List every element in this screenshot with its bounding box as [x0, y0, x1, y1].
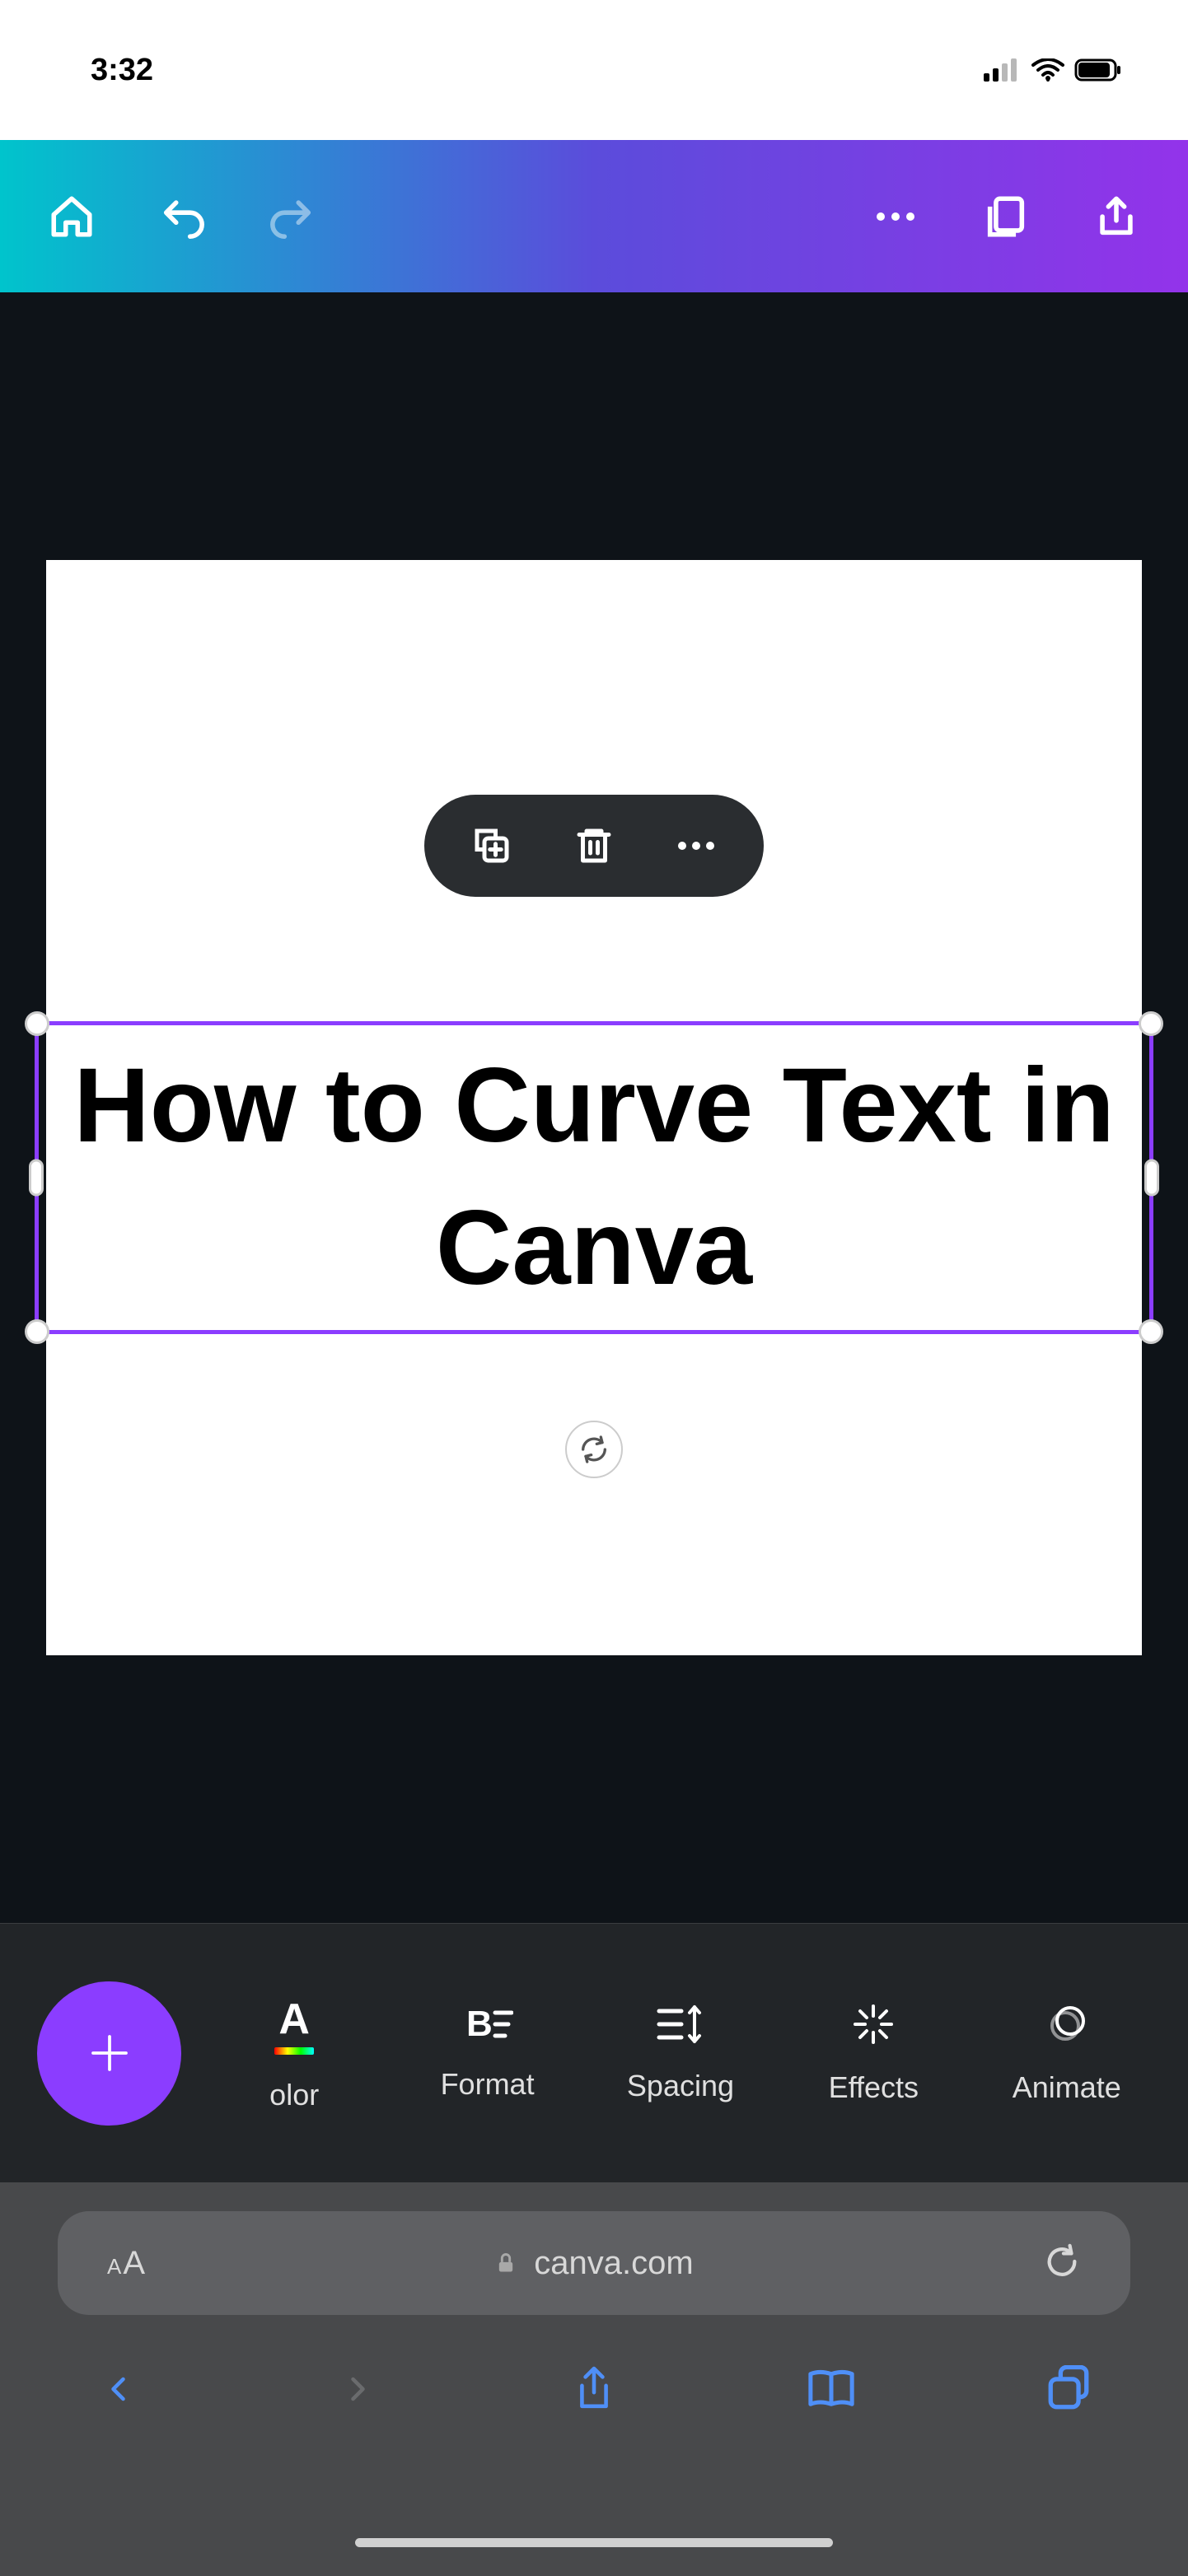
tool-label-effects: Effects [829, 2070, 919, 2105]
floating-toolbar [424, 795, 764, 897]
browser-back-button[interactable] [87, 2360, 152, 2418]
undo-icon [158, 193, 206, 240]
selected-text-box[interactable]: How to Curve Text in Canva [35, 1021, 1153, 1334]
color-swatch-icon [274, 2047, 314, 2055]
color-tool[interactable]: A olor [232, 1995, 356, 2112]
redo-icon [269, 193, 316, 240]
resize-handle-right[interactable] [1144, 1160, 1159, 1197]
tool-label-animate: Animate [1013, 2070, 1121, 2105]
rotate-icon [578, 1433, 610, 1466]
undo-button[interactable] [156, 190, 208, 243]
share-up-icon [573, 2363, 615, 2415]
tool-bar: A olor B Format Spacing [0, 1923, 1188, 2182]
add-button[interactable] [37, 1981, 181, 2126]
canvas-area: How to Curve Text in Canva [0, 292, 1188, 1923]
resize-handle-left[interactable] [29, 1160, 44, 1197]
dots-horizontal-icon [674, 840, 718, 852]
more-menu-button[interactable] [869, 190, 922, 243]
spacing-icon [655, 2003, 706, 2046]
dots-horizontal-icon [872, 210, 919, 223]
resize-handle-bottom-left[interactable] [25, 1319, 49, 1344]
lock-icon [494, 2248, 517, 2278]
share-button[interactable] [1090, 190, 1143, 243]
effects-tool[interactable]: Effects [811, 2001, 935, 2105]
battery-icon [1074, 58, 1122, 82]
address-bar[interactable]: AA canva.com [58, 2211, 1130, 2315]
browser-share-button[interactable] [561, 2360, 627, 2418]
resize-handle-top-left[interactable] [25, 1011, 49, 1036]
pages-button[interactable] [980, 190, 1032, 243]
format-icon: B [462, 2004, 513, 2044]
rotate-handle[interactable] [565, 1421, 623, 1478]
share-icon [1092, 193, 1140, 240]
browser-forward-button [324, 2360, 390, 2418]
browser-bookmarks-button[interactable] [798, 2360, 864, 2418]
animate-icon [1044, 2001, 1090, 2047]
browser-controls: AA canva.com [0, 2182, 1188, 2576]
design-canvas[interactable]: How to Curve Text in Canva [46, 560, 1142, 1655]
tool-label-format: Format [441, 2067, 535, 2102]
delete-button[interactable] [572, 824, 616, 868]
tabs-icon [1045, 2365, 1092, 2413]
status-time: 3:32 [91, 53, 153, 88]
canvas-text-content[interactable]: How to Curve Text in Canva [39, 1035, 1149, 1320]
resize-handle-top-right[interactable] [1139, 1011, 1163, 1036]
browser-tabs-button[interactable] [1036, 2360, 1101, 2418]
format-tool[interactable]: B Format [426, 2004, 550, 2102]
status-indicators [984, 58, 1122, 82]
resize-handle-bottom-right[interactable] [1139, 1319, 1163, 1344]
chevron-right-icon [342, 2364, 372, 2414]
tool-label-spacing: Spacing [627, 2069, 734, 2103]
reload-icon [1043, 2242, 1081, 2280]
reload-button[interactable] [1043, 2242, 1081, 2284]
chevron-left-icon [105, 2364, 134, 2414]
spacing-tool[interactable]: Spacing [619, 2003, 742, 2103]
home-indicator[interactable] [355, 2538, 833, 2547]
app-header [0, 140, 1188, 292]
color-letter-icon: A [278, 1995, 310, 2044]
tool-label-color: olor [269, 2078, 319, 2112]
trash-icon [572, 824, 616, 868]
status-bar: 3:32 [0, 0, 1188, 140]
cellular-signal-icon [984, 58, 1022, 82]
text-size-toggle[interactable]: AA [107, 2245, 145, 2282]
duplicate-icon [470, 824, 514, 868]
url-text: canva.com [534, 2245, 693, 2282]
redo-button[interactable] [266, 190, 319, 243]
book-icon [805, 2366, 858, 2412]
animate-tool[interactable]: Animate [1005, 2001, 1129, 2105]
more-options-button[interactable] [674, 840, 718, 852]
plus-icon [85, 2028, 134, 2078]
pages-icon [982, 193, 1030, 240]
sparkle-icon [850, 2001, 896, 2047]
duplicate-button[interactable] [470, 824, 514, 868]
home-button[interactable] [45, 190, 98, 243]
svg-text:B: B [466, 2004, 493, 2044]
home-icon [48, 193, 96, 240]
wifi-icon [1031, 58, 1064, 82]
